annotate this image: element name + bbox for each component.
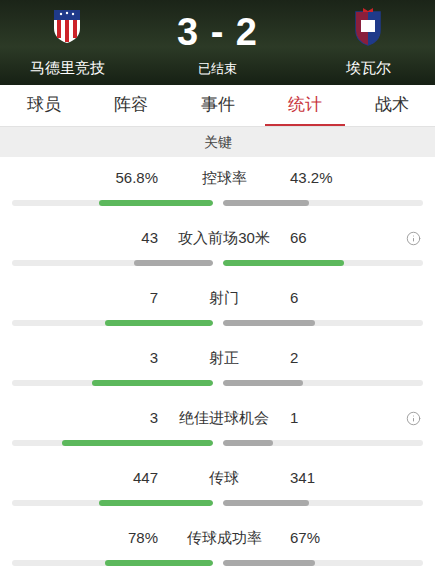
- stat-bar: [12, 320, 213, 326]
- home-value: 56.8%: [0, 168, 160, 188]
- stat-bar: [12, 380, 213, 386]
- stat-bar: [223, 440, 424, 446]
- home-value: 43: [0, 228, 160, 248]
- match-status: 已结束: [198, 61, 237, 77]
- stat-label: 射正: [160, 348, 288, 368]
- away-value: 341: [288, 468, 315, 488]
- stat-bar: [12, 260, 213, 266]
- info-icon[interactable]: [406, 411, 421, 426]
- home-team-name: 马德里竞技: [30, 59, 105, 77]
- away-value: 67%: [288, 528, 320, 548]
- stat-row: 56.8%控球率43.2%: [0, 157, 435, 217]
- score-block: 3 - 2 已结束: [122, 8, 313, 85]
- stats-list: 56.8%控球率43.2%43攻入前场30米667射门63射正23绝佳进球机会1…: [0, 157, 435, 577]
- stat-bars: [0, 500, 435, 506]
- score: 3 - 2: [177, 8, 258, 56]
- stat-bar: [12, 440, 213, 446]
- stat-label: 攻入前场30米: [160, 228, 288, 248]
- stat-bar-fill: [99, 500, 213, 506]
- stat-bar-fill: [105, 560, 213, 566]
- stat-row: 3射正2: [0, 337, 435, 397]
- stat-bar: [223, 380, 424, 386]
- away-team: 埃瓦尔: [313, 8, 423, 85]
- stat-bar: [223, 560, 424, 566]
- home-value: 3: [0, 348, 160, 368]
- stat-bar-fill: [62, 440, 212, 446]
- section-header: 关键: [0, 127, 435, 157]
- eibar-logo-icon: [353, 8, 383, 46]
- stat-label: 射门: [160, 288, 288, 308]
- stat-row: 7射门6: [0, 277, 435, 337]
- stat-bar-fill: [223, 500, 310, 506]
- tab[interactable]: 事件: [174, 85, 261, 126]
- away-value: 6: [288, 288, 298, 308]
- home-value: 7: [0, 288, 160, 308]
- stat-bar-fill: [223, 560, 316, 566]
- stat-bar-fill: [92, 380, 212, 386]
- stat-bar-fill: [223, 440, 273, 446]
- stat-bar-fill: [134, 260, 213, 266]
- match-header: 马德里竞技 3 - 2 已结束 埃瓦尔: [0, 0, 435, 85]
- away-team-name: 埃瓦尔: [346, 59, 391, 77]
- away-value: 2: [288, 348, 298, 368]
- stat-bar: [12, 500, 213, 506]
- home-value: 3: [0, 408, 160, 428]
- away-value: 66: [288, 228, 307, 248]
- home-value: 78%: [0, 528, 160, 548]
- stat-bars: [0, 440, 435, 446]
- info-icon[interactable]: [406, 231, 421, 246]
- stat-bar-fill: [99, 200, 213, 206]
- stat-bar-fill: [223, 260, 345, 266]
- stat-label: 传球: [160, 468, 288, 488]
- stat-bars: [0, 200, 435, 206]
- tab[interactable]: 统计: [261, 85, 348, 126]
- stat-bars: [0, 560, 435, 566]
- home-team: 马德里竞技: [12, 8, 122, 85]
- stat-row: 78%传球成功率67%: [0, 517, 435, 577]
- stat-bar: [223, 320, 424, 326]
- tab[interactable]: 战术: [348, 85, 435, 126]
- stat-bar-fill: [223, 380, 303, 386]
- away-value: 1: [288, 408, 298, 428]
- stat-label: 控球率: [160, 168, 288, 188]
- stat-bar-fill: [105, 320, 213, 326]
- stat-bar: [223, 500, 424, 506]
- match-stats-screen: 马德里竞技3 - 2已结束埃瓦尔球员阵容事件统计战术关键56.8%控球率43.2…: [0, 0, 435, 588]
- home-value: 447: [0, 468, 160, 488]
- stat-bar-fill: [223, 200, 310, 206]
- away-value: 43.2%: [288, 168, 333, 188]
- stat-bar: [223, 260, 424, 266]
- atletico-logo-icon: [52, 8, 82, 44]
- tab[interactable]: 阵容: [87, 85, 174, 126]
- tab-bar: 球员阵容事件统计战术: [0, 85, 435, 127]
- stat-row: 447传球341: [0, 457, 435, 517]
- stat-bar-fill: [223, 320, 316, 326]
- stat-bars: [0, 380, 435, 386]
- stat-label: 绝佳进球机会: [160, 408, 288, 428]
- stat-bars: [0, 260, 435, 266]
- stat-bar: [12, 200, 213, 206]
- stat-row: 3绝佳进球机会1: [0, 397, 435, 457]
- stat-bars: [0, 320, 435, 326]
- stat-bar: [223, 200, 424, 206]
- stat-row: 43攻入前场30米66: [0, 217, 435, 277]
- stat-bar: [12, 560, 213, 566]
- stat-label: 传球成功率: [160, 528, 288, 548]
- tab[interactable]: 球员: [0, 85, 87, 126]
